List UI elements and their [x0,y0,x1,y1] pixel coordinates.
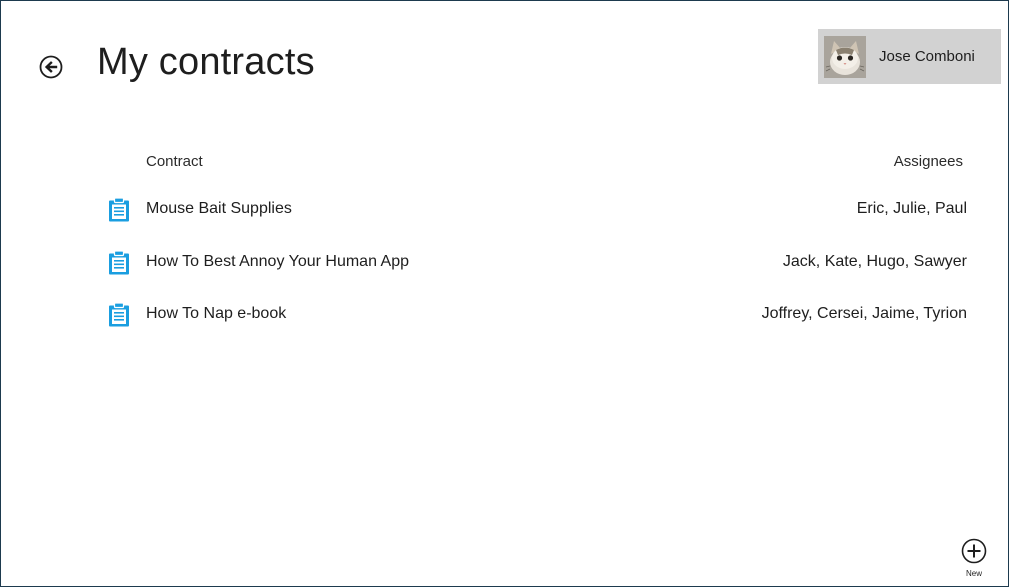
avatar [824,36,866,78]
column-header-assignees: Assignees [893,153,963,170]
contract-assignees: Eric, Julie, Paul [856,200,967,217]
column-header-contract: Contract [146,153,203,170]
contract-name: Mouse Bait Supplies [146,200,292,217]
new-button-label: New [965,569,982,578]
contract-row[interactable]: How To Best Annoy Your Human App Jack, K… [101,242,971,282]
contract-row[interactable]: Mouse Bait Supplies Eric, Julie, Paul [101,189,971,229]
page-title: My contracts [97,41,315,83]
back-arrow-circle-icon [39,55,63,79]
clipboard-icon [109,198,129,222]
clipboard-icon [109,303,129,327]
contract-assignees: Jack, Kate, Hugo, Sawyer [782,253,967,270]
app-window: My contracts Jose Comboni Contract Assig… [0,0,1009,587]
plus-circle-icon [961,538,987,564]
back-button[interactable] [39,55,63,79]
new-button[interactable]: New [957,538,991,584]
user-tile[interactable]: Jose Comboni [818,29,1001,84]
contract-row[interactable]: How To Nap e-book Joffrey, Cersei, Jaime… [101,294,971,334]
clipboard-icon [109,251,129,275]
contract-name: How To Best Annoy Your Human App [146,253,409,270]
contract-assignees: Joffrey, Cersei, Jaime, Tyrion [761,305,967,322]
contract-name: How To Nap e-book [146,305,287,322]
kitten-avatar-icon [824,36,866,78]
user-name: Jose Comboni [879,48,975,65]
